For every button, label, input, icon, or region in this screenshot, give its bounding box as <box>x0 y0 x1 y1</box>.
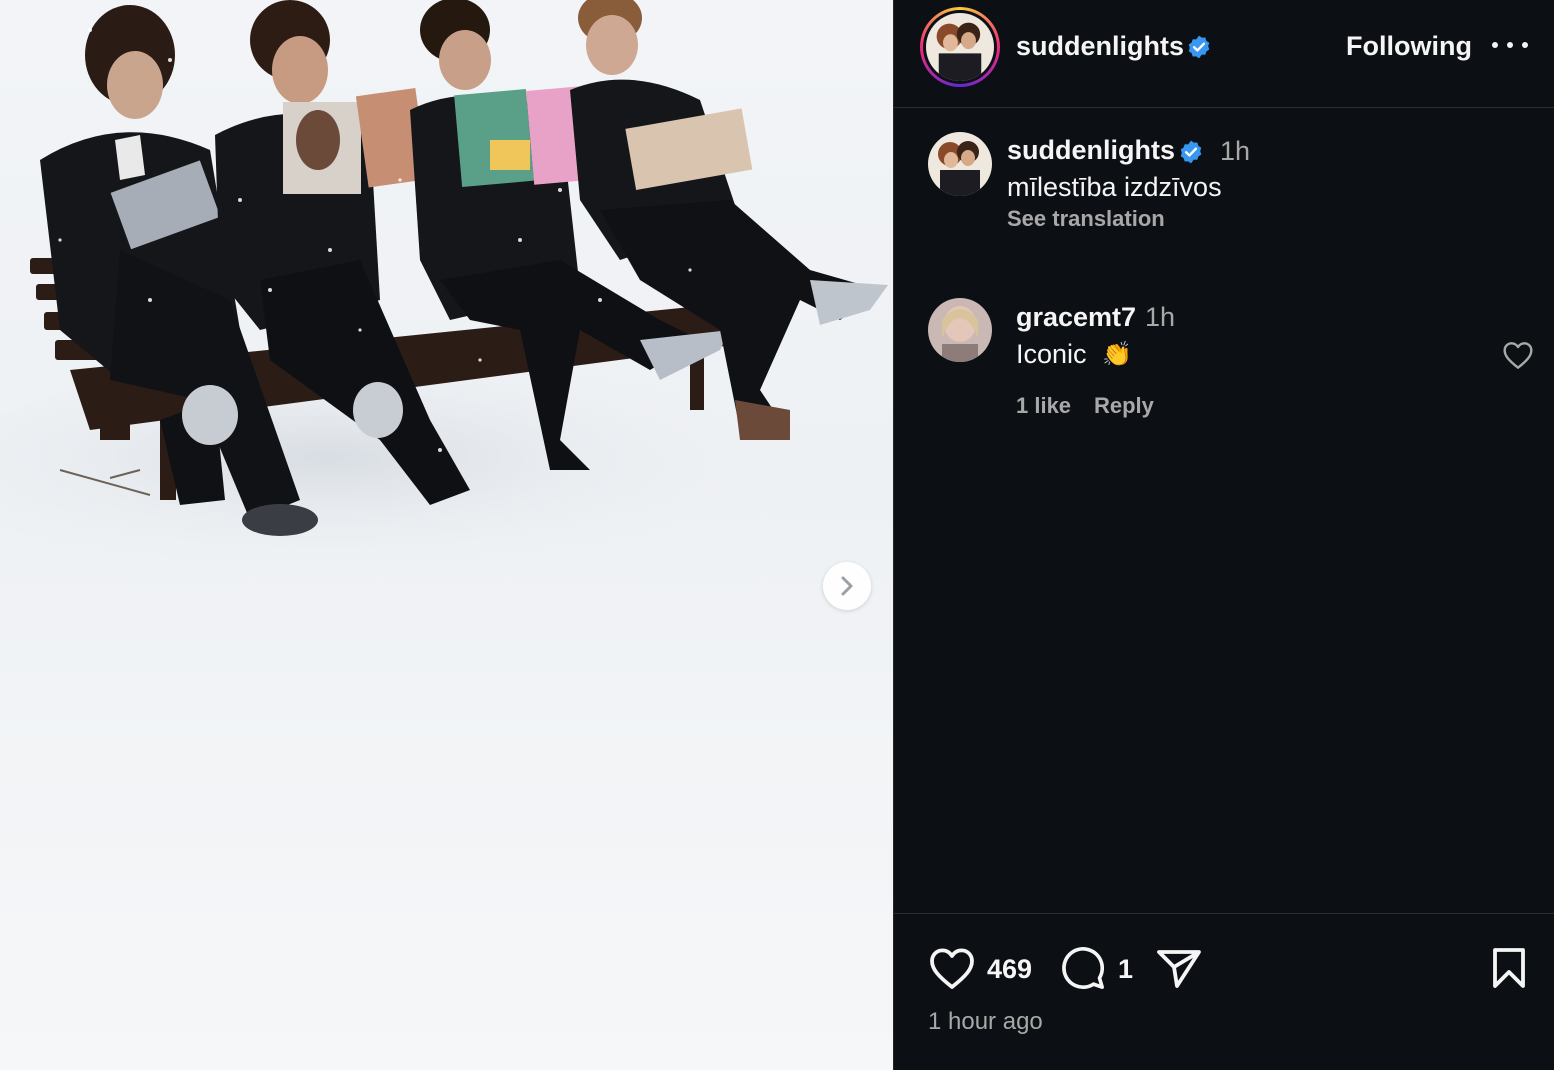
author-avatar[interactable] <box>920 7 1000 87</box>
see-translation-link[interactable]: See translation <box>1007 206 1165 232</box>
post-actions: 469 1 1 hour ago <box>894 913 1554 1070</box>
bookmark-icon[interactable] <box>1490 946 1528 990</box>
caption-text: mīlestība izdzīvos <box>1007 172 1222 202</box>
ellipsis-icon[interactable] <box>1492 30 1528 60</box>
following-button[interactable]: Following <box>1346 31 1472 62</box>
post-timestamp: 1 hour ago <box>928 1008 1043 1035</box>
comment-like-count[interactable]: 1 like <box>1016 393 1071 419</box>
chevron-right-icon <box>841 576 853 596</box>
post-side-panel: suddenlights Following suddenlights 1h m… <box>893 0 1554 1070</box>
clapping-hands-emoji: 👏 <box>1102 341 1132 368</box>
caption-time: 1h <box>1220 136 1251 166</box>
like-count[interactable]: 469 <box>987 954 1032 985</box>
commenter-avatar[interactable] <box>928 298 992 362</box>
post-media[interactable] <box>0 0 893 1070</box>
post-photo <box>0 0 893 1070</box>
post-header: suddenlights Following <box>894 0 1554 108</box>
verified-badge-icon <box>1188 35 1210 59</box>
comment-time: 1h <box>1145 302 1176 332</box>
comment-count: 1 <box>1118 954 1134 984</box>
comment-text: Iconic <box>1016 339 1087 369</box>
paper-plane-icon[interactable] <box>1155 946 1203 990</box>
verified-badge-icon <box>1180 140 1202 164</box>
comment-username[interactable]: gracemt7 <box>1016 302 1136 333</box>
author-username[interactable]: suddenlights <box>1016 31 1184 62</box>
comment-reply-button[interactable]: Reply <box>1094 393 1154 419</box>
caption-author-avatar[interactable] <box>928 132 992 196</box>
comment-bubble-icon[interactable] <box>1060 945 1106 991</box>
heart-icon[interactable] <box>928 945 976 991</box>
caption-username[interactable]: suddenlights <box>1007 135 1175 166</box>
avatar-image <box>926 13 994 81</box>
heart-icon[interactable] <box>1502 340 1534 370</box>
next-image-button[interactable] <box>823 562 871 610</box>
